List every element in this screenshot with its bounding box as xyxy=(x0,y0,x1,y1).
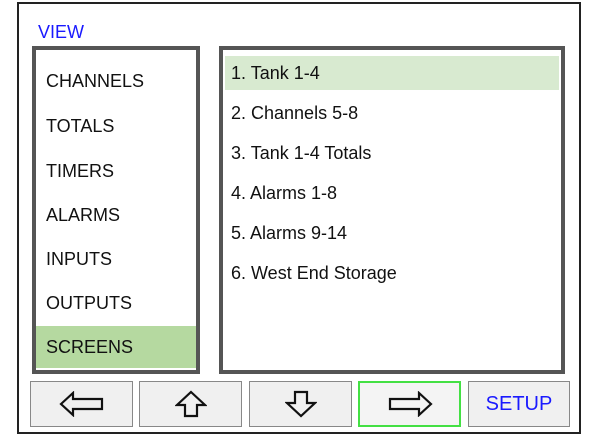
screens-list: 1. Tank 1-4 2. Channels 5-8 3. Tank 1-4 … xyxy=(219,46,565,374)
left-button[interactable] xyxy=(30,381,133,427)
list-item[interactable]: 5. Alarms 9-14 xyxy=(225,216,559,250)
menu-item-inputs[interactable]: INPUTS xyxy=(36,238,196,280)
down-button[interactable] xyxy=(249,381,352,427)
view-title: VIEW xyxy=(38,22,85,42)
menu-item-alarms[interactable]: ALARMS xyxy=(36,194,196,236)
list-item[interactable]: 2. Channels 5-8 xyxy=(225,96,559,130)
menu-item-channels[interactable]: CHANNELS xyxy=(36,60,196,102)
category-menu: CHANNELS TOTALS TIMERS ALARMS INPUTS OUT… xyxy=(32,46,200,374)
right-button[interactable] xyxy=(358,381,461,427)
list-item[interactable]: 1. Tank 1-4 xyxy=(225,56,559,90)
arrow-down-icon xyxy=(284,390,317,418)
setup-label: SETUP xyxy=(485,392,553,415)
list-item[interactable]: 3. Tank 1-4 Totals xyxy=(225,136,559,170)
setup-button[interactable]: SETUP xyxy=(468,381,570,427)
list-item[interactable]: 6. West End Storage xyxy=(225,256,559,290)
arrow-left-icon xyxy=(58,391,103,417)
menu-item-timers[interactable]: TIMERS xyxy=(36,150,196,192)
menu-item-screens[interactable]: SCREENS xyxy=(36,326,196,368)
menu-item-totals[interactable]: TOTALS xyxy=(36,105,196,147)
up-button[interactable] xyxy=(139,381,242,427)
menu-item-outputs[interactable]: OUTPUTS xyxy=(36,282,196,324)
arrow-up-icon xyxy=(174,390,207,418)
arrow-right-icon xyxy=(388,391,433,417)
list-item[interactable]: 4. Alarms 1-8 xyxy=(225,176,559,210)
